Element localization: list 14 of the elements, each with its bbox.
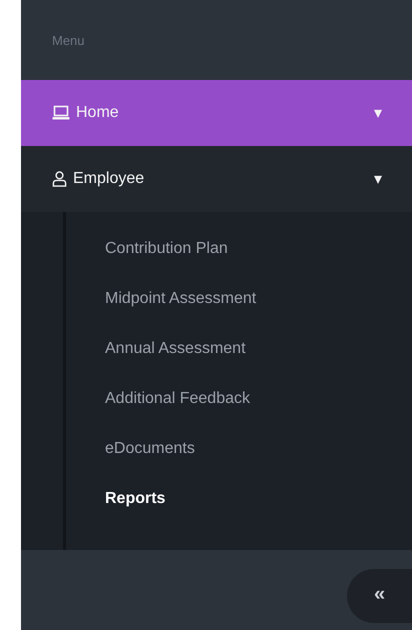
caret-icon: ▾ (374, 169, 382, 189)
menu-heading: Menu (52, 32, 85, 48)
menu-item[interactable]: Employee ▾ (21, 146, 412, 212)
submenu-link[interactable]: Midpoint Assessment (105, 290, 256, 340)
laptop-icon (52, 105, 70, 121)
collapse-button[interactable]: « (347, 569, 412, 623)
user-icon (52, 171, 67, 187)
caret-icon: ▾ (374, 103, 382, 123)
submenu-link[interactable]: Reports (105, 490, 166, 540)
menu-item[interactable]: Home ▾ (21, 80, 412, 146)
submenu-link[interactable]: Additional Feedback (105, 390, 250, 440)
submenu-link[interactable]: Contribution Plan (105, 240, 228, 290)
submenu-link[interactable]: eDocuments (105, 440, 195, 490)
submenu-link[interactable]: Annual Assessment (105, 340, 246, 390)
